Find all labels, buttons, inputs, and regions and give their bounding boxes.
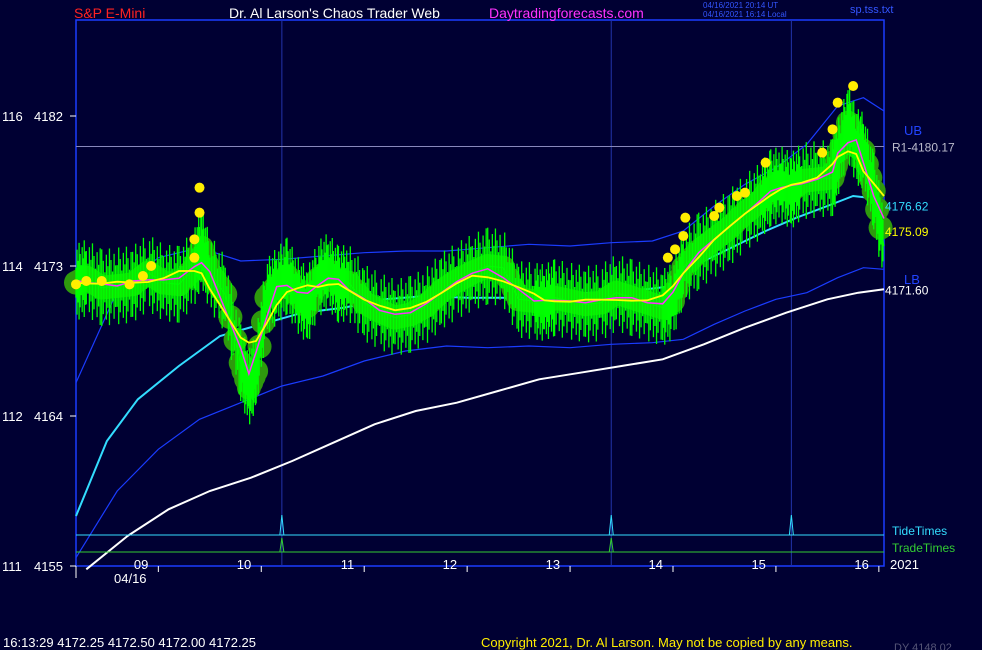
- y-tick-label-left: 112: [2, 409, 23, 424]
- last-quote: 16:13:29 4172.25 4172.50 4172.00 4172.25: [3, 635, 257, 650]
- yellow-dot: [678, 231, 689, 241]
- yellow-dot: [146, 261, 157, 271]
- upper-band-label: UB: [904, 123, 922, 138]
- y-tick-label-right: 4173: [34, 259, 63, 274]
- x-tick-label: 09: [134, 557, 148, 572]
- yellow-dot: [670, 244, 681, 255]
- x-tick-label: 15: [751, 557, 765, 572]
- yellow-dot: [709, 211, 720, 221]
- yellow-dot: [827, 124, 838, 135]
- tide-times-label: TideTimes: [892, 524, 947, 538]
- white-end-value: 4171.60: [885, 283, 929, 297]
- trade-times-label: TradeTimes: [892, 541, 955, 555]
- instrument-title: S&P E-Mini: [74, 5, 146, 21]
- partial-value: DY 4148.02: [894, 642, 952, 650]
- yellow-dot: [714, 202, 725, 213]
- chart-svg: 116 4182 114 4173 112 4164 111 4155 R1-4180.17 UB…: [2, 19, 955, 586]
- copyright: Copyright 2021, Dr. Al Larson. May not b…: [481, 635, 853, 650]
- cyan-end-value: 4176.62: [885, 200, 929, 214]
- x-tick-label: 10: [237, 557, 251, 572]
- x-tick-label: 12: [443, 557, 457, 572]
- y-tick-label-right: 4155: [34, 559, 63, 574]
- x-tick-label: 11: [341, 557, 355, 572]
- y-tick-label-right: 4182: [34, 109, 63, 124]
- y-tick-label-right: 4164: [34, 409, 63, 424]
- yellow-dot: [137, 271, 148, 281]
- yellow-dot: [194, 182, 205, 193]
- yellow-dot: [194, 207, 205, 218]
- yellow-dot: [81, 276, 92, 286]
- chart-window: { "header": { "instrument": "S&P E-Mini"…: [0, 0, 982, 650]
- yellow-dot: [760, 157, 771, 168]
- year-label: 2021: [890, 557, 919, 572]
- timestamp-local: 04/16/2021 16:14 Local: [703, 10, 787, 19]
- yellow-dot: [832, 97, 843, 108]
- yellow-dot: [817, 147, 828, 158]
- date-label: 04/16: [114, 571, 147, 586]
- y-tick-label-left: 116: [2, 109, 23, 124]
- site-title: Dr. Al Larson's Chaos Trader Web: [229, 5, 440, 21]
- x-tick-label: 13: [546, 557, 560, 572]
- y-tick-label-left: 111: [2, 559, 22, 574]
- yellow-dot: [124, 279, 135, 290]
- yellow-dot: [662, 252, 673, 263]
- lower-band-line: [75, 267, 885, 559]
- white-average-line: [85, 288, 885, 571]
- x-tick-label: 14: [649, 557, 663, 572]
- timestamp-utc: 04/16/2021 20:14 UT: [703, 1, 779, 10]
- yellow-dot: [96, 276, 107, 286]
- yellow-dot: [848, 81, 859, 91]
- yellow-dot: [189, 252, 200, 263]
- r1-level-label: R1-4180.17: [892, 141, 955, 155]
- data-file-name: sp.tss.txt: [850, 4, 894, 16]
- yellow-end-value: 4175.09: [885, 225, 929, 239]
- x-tick-label: 16: [854, 557, 868, 572]
- yellow-dot: [189, 234, 200, 245]
- yellow-dot: [680, 212, 691, 223]
- yellow-dot: [740, 187, 751, 198]
- yellow-dot: [71, 279, 81, 290]
- y-tick-label-left: 114: [2, 259, 23, 274]
- site-link[interactable]: Daytradingforecasts.com: [489, 5, 644, 21]
